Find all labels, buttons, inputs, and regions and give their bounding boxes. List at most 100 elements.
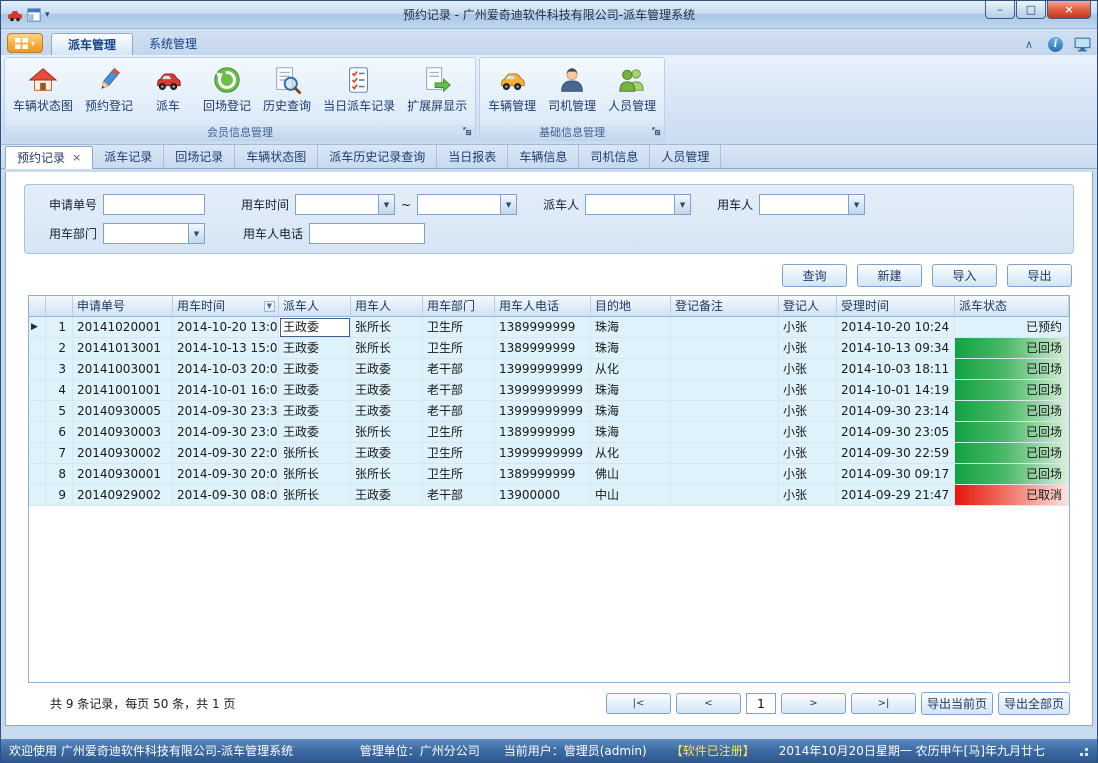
export-current-page-button[interactable]: 导出当前页 bbox=[921, 692, 993, 715]
collapse-ribbon-icon[interactable]: ∧ bbox=[1020, 36, 1038, 52]
cell-apply-no[interactable]: 20141003001 bbox=[73, 359, 173, 380]
cell-use-time[interactable]: 2014-09-30 08:00 bbox=[173, 485, 279, 506]
combo-dropdown-icon[interactable]: ▼ bbox=[848, 194, 865, 215]
table-row[interactable]: 2 20141013001 2014-10-13 15:00 王政委 张所长 卫… bbox=[29, 338, 1069, 359]
cell-dispatcher[interactable]: 王政委 bbox=[279, 380, 351, 401]
cell-phone[interactable]: 13999999999 bbox=[495, 443, 591, 464]
cell-destination[interactable]: 珠海 bbox=[591, 401, 671, 422]
cell-remark[interactable] bbox=[671, 380, 779, 401]
doc-tab[interactable]: 当日报表 bbox=[437, 145, 508, 168]
table-row[interactable]: 8 20140930001 2014-09-30 20:00 张所长 张所长 卫… bbox=[29, 464, 1069, 485]
cell-accept-time[interactable]: 2014-10-01 14:19 bbox=[837, 380, 955, 401]
cell-remark[interactable] bbox=[671, 317, 779, 338]
cell-registrar[interactable]: 小张 bbox=[779, 338, 837, 359]
cell-user[interactable]: 张所长 bbox=[351, 338, 423, 359]
cell-remark[interactable] bbox=[671, 443, 779, 464]
table-row[interactable]: 6 20140930003 2014-09-30 23:00 王政委 张所长 卫… bbox=[29, 422, 1069, 443]
tab-close-icon[interactable]: × bbox=[72, 151, 81, 164]
table-row[interactable]: 7 20140930002 2014-09-30 22:00 张所长 王政委 卫… bbox=[29, 443, 1069, 464]
doc-tab[interactable]: 预约记录 × bbox=[5, 146, 93, 169]
cell-dispatcher[interactable]: 王政委 bbox=[279, 359, 351, 380]
cell-accept-time[interactable]: 2014-10-13 09:34 bbox=[837, 338, 955, 359]
app-icon[interactable] bbox=[7, 7, 23, 23]
use-time-from-input[interactable] bbox=[295, 194, 378, 215]
cell-user[interactable]: 王政委 bbox=[351, 443, 423, 464]
export-all-pages-button[interactable]: 导出全部页 bbox=[998, 692, 1070, 715]
cell-user[interactable]: 张所长 bbox=[351, 464, 423, 485]
cell-dept[interactable]: 老干部 bbox=[423, 401, 495, 422]
header-dept[interactable]: 用车部门 bbox=[423, 296, 495, 317]
table-row[interactable]: 3 20141003001 2014-10-03 20:00 王政委 王政委 老… bbox=[29, 359, 1069, 380]
cell-accept-time[interactable]: 2014-09-30 23:14 bbox=[837, 401, 955, 422]
cell-use-time[interactable]: 2014-09-30 22:00 bbox=[173, 443, 279, 464]
cell-accept-time[interactable]: 2014-09-29 21:47 bbox=[837, 485, 955, 506]
cell-user[interactable]: 王政委 bbox=[351, 401, 423, 422]
cell-dispatch-status[interactable]: 已回场 bbox=[955, 338, 1069, 359]
table-row[interactable]: 9 20140929002 2014-09-30 08:00 张所长 王政委 老… bbox=[29, 485, 1069, 506]
last-page-button[interactable]: >| bbox=[851, 693, 916, 714]
cell-dispatcher[interactable]: 张所长 bbox=[279, 485, 351, 506]
cell-dept[interactable]: 卫生所 bbox=[423, 464, 495, 485]
cell-phone[interactable]: 13999999999 bbox=[495, 380, 591, 401]
cell-dispatcher[interactable]: 张所长 bbox=[279, 464, 351, 485]
query-button[interactable]: 查询 bbox=[782, 264, 847, 287]
dispatcher-input[interactable] bbox=[585, 194, 674, 215]
cell-use-time[interactable]: 2014-09-30 23:00 bbox=[173, 422, 279, 443]
combo-dropdown-icon[interactable]: ▼ bbox=[378, 194, 395, 215]
cell-remark[interactable] bbox=[671, 338, 779, 359]
minimize-button[interactable]: – bbox=[985, 1, 1015, 19]
cell-dispatch-status[interactable]: 已回场 bbox=[955, 464, 1069, 485]
cell-phone[interactable]: 1389999999 bbox=[495, 338, 591, 359]
import-button[interactable]: 导入 bbox=[932, 264, 997, 287]
cell-dispatch-status[interactable]: 已预约 bbox=[955, 317, 1069, 338]
doc-tab[interactable]: 司机信息 bbox=[579, 145, 650, 168]
column-filter-dropdown-icon[interactable]: ▼ bbox=[264, 301, 275, 312]
cell-remark[interactable] bbox=[671, 422, 779, 443]
cell-user[interactable]: 张所长 bbox=[351, 422, 423, 443]
extend-screen-button[interactable]: 扩展屏显示 bbox=[401, 59, 473, 123]
cell-dispatch-status[interactable]: 已取消 bbox=[955, 485, 1069, 506]
header-registrar[interactable]: 登记人 bbox=[779, 296, 837, 317]
page-number-input[interactable] bbox=[746, 693, 776, 714]
close-button[interactable]: × bbox=[1047, 1, 1091, 19]
driver-manage-button[interactable]: 司机管理 bbox=[542, 59, 602, 123]
cell-use-time[interactable]: 2014-09-30 20:00 bbox=[173, 464, 279, 485]
cell-use-time[interactable]: 2014-10-13 15:00 bbox=[173, 338, 279, 359]
cell-dept[interactable]: 卫生所 bbox=[423, 443, 495, 464]
cell-dispatcher[interactable]: 张所长 bbox=[279, 443, 351, 464]
history-query-button[interactable]: 历史查询 bbox=[257, 59, 317, 123]
license-status-text[interactable]: 【软件已注册】 bbox=[671, 742, 755, 759]
resize-grip[interactable] bbox=[1077, 745, 1089, 757]
cell-accept-time[interactable]: 2014-09-30 23:05 bbox=[837, 422, 955, 443]
vehicle-manage-button[interactable]: 车辆管理 bbox=[482, 59, 542, 123]
cell-accept-time[interactable]: 2014-09-30 09:17 bbox=[837, 464, 955, 485]
cell-dispatcher[interactable]: 王政委 bbox=[279, 401, 351, 422]
dispatch-button[interactable]: 派车 bbox=[139, 59, 197, 123]
display-style-icon[interactable] bbox=[1073, 36, 1091, 52]
vehicle-status-button[interactable]: 车辆状态图 bbox=[7, 59, 79, 123]
user-input[interactable] bbox=[759, 194, 848, 215]
titlebar[interactable]: ▾ 预约记录 - 广州爱奇迪软件科技有限公司-派车管理系统 – □ × bbox=[1, 1, 1097, 29]
dept-input[interactable] bbox=[103, 223, 188, 244]
cell-registrar[interactable]: 小张 bbox=[779, 422, 837, 443]
doc-tab[interactable]: 回场记录 bbox=[164, 145, 235, 168]
ribbon-tab-dispatch[interactable]: 派车管理 bbox=[51, 33, 133, 55]
cell-registrar[interactable]: 小张 bbox=[779, 317, 837, 338]
doc-tab[interactable]: 派车历史记录查询 bbox=[318, 145, 437, 168]
cell-apply-no[interactable]: 20141020001 bbox=[73, 317, 173, 338]
doc-tab[interactable]: 车辆信息 bbox=[508, 145, 579, 168]
cell-user[interactable]: 王政委 bbox=[351, 485, 423, 506]
first-page-button[interactable]: |< bbox=[606, 693, 671, 714]
table-row[interactable]: 5 20140930005 2014-09-30 23:30 王政委 王政委 老… bbox=[29, 401, 1069, 422]
cell-dept[interactable]: 卫生所 bbox=[423, 338, 495, 359]
return-register-button[interactable]: 回场登记 bbox=[197, 59, 257, 123]
cell-apply-no[interactable]: 20140930003 bbox=[73, 422, 173, 443]
cell-apply-no[interactable]: 20140930001 bbox=[73, 464, 173, 485]
header-dispatch-status[interactable]: 派车状态 bbox=[955, 296, 1069, 317]
table-row[interactable]: 4 20141001001 2014-10-01 16:00 王政委 王政委 老… bbox=[29, 380, 1069, 401]
header-use-time[interactable]: 用车时间 ▼ bbox=[173, 296, 279, 317]
cell-dispatch-status[interactable]: 已回场 bbox=[955, 422, 1069, 443]
cell-accept-time[interactable]: 2014-10-03 18:11 bbox=[837, 359, 955, 380]
cell-remark[interactable] bbox=[671, 464, 779, 485]
cell-destination[interactable]: 中山 bbox=[591, 485, 671, 506]
